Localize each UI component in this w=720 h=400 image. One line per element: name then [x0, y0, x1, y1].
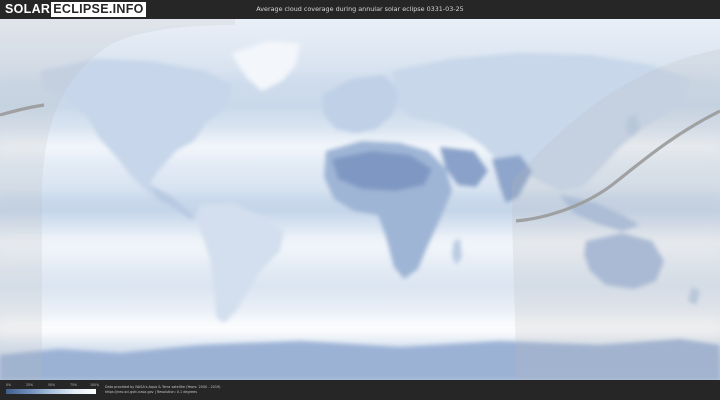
- legend-tick-50: 50%: [48, 383, 56, 387]
- cloud-cover-legend-bar: [6, 389, 96, 394]
- top-bar: SOLAR ECLIPSE.INFO Average cloud coverag…: [0, 0, 720, 19]
- legend-tick-75: 75%: [70, 383, 78, 387]
- legend-tick-0: 0%: [6, 383, 12, 387]
- legend-tick-25: 25%: [26, 383, 34, 387]
- cloud-coverage-map[interactable]: [0, 19, 720, 380]
- world-map-svg: [0, 19, 720, 380]
- legend-tick-100: 100%: [90, 383, 100, 387]
- page-title: Average cloud coverage during annular so…: [256, 5, 464, 13]
- bottom-bar: 0% 25% 50% 75% 100% Data provided by NAS…: [0, 380, 720, 400]
- data-source-url[interactable]: https://neo.sci.gsfc.nasa.gov | Resoluti…: [105, 390, 197, 395]
- legend-tick-labels: 0% 25% 50% 75% 100%: [6, 383, 100, 388]
